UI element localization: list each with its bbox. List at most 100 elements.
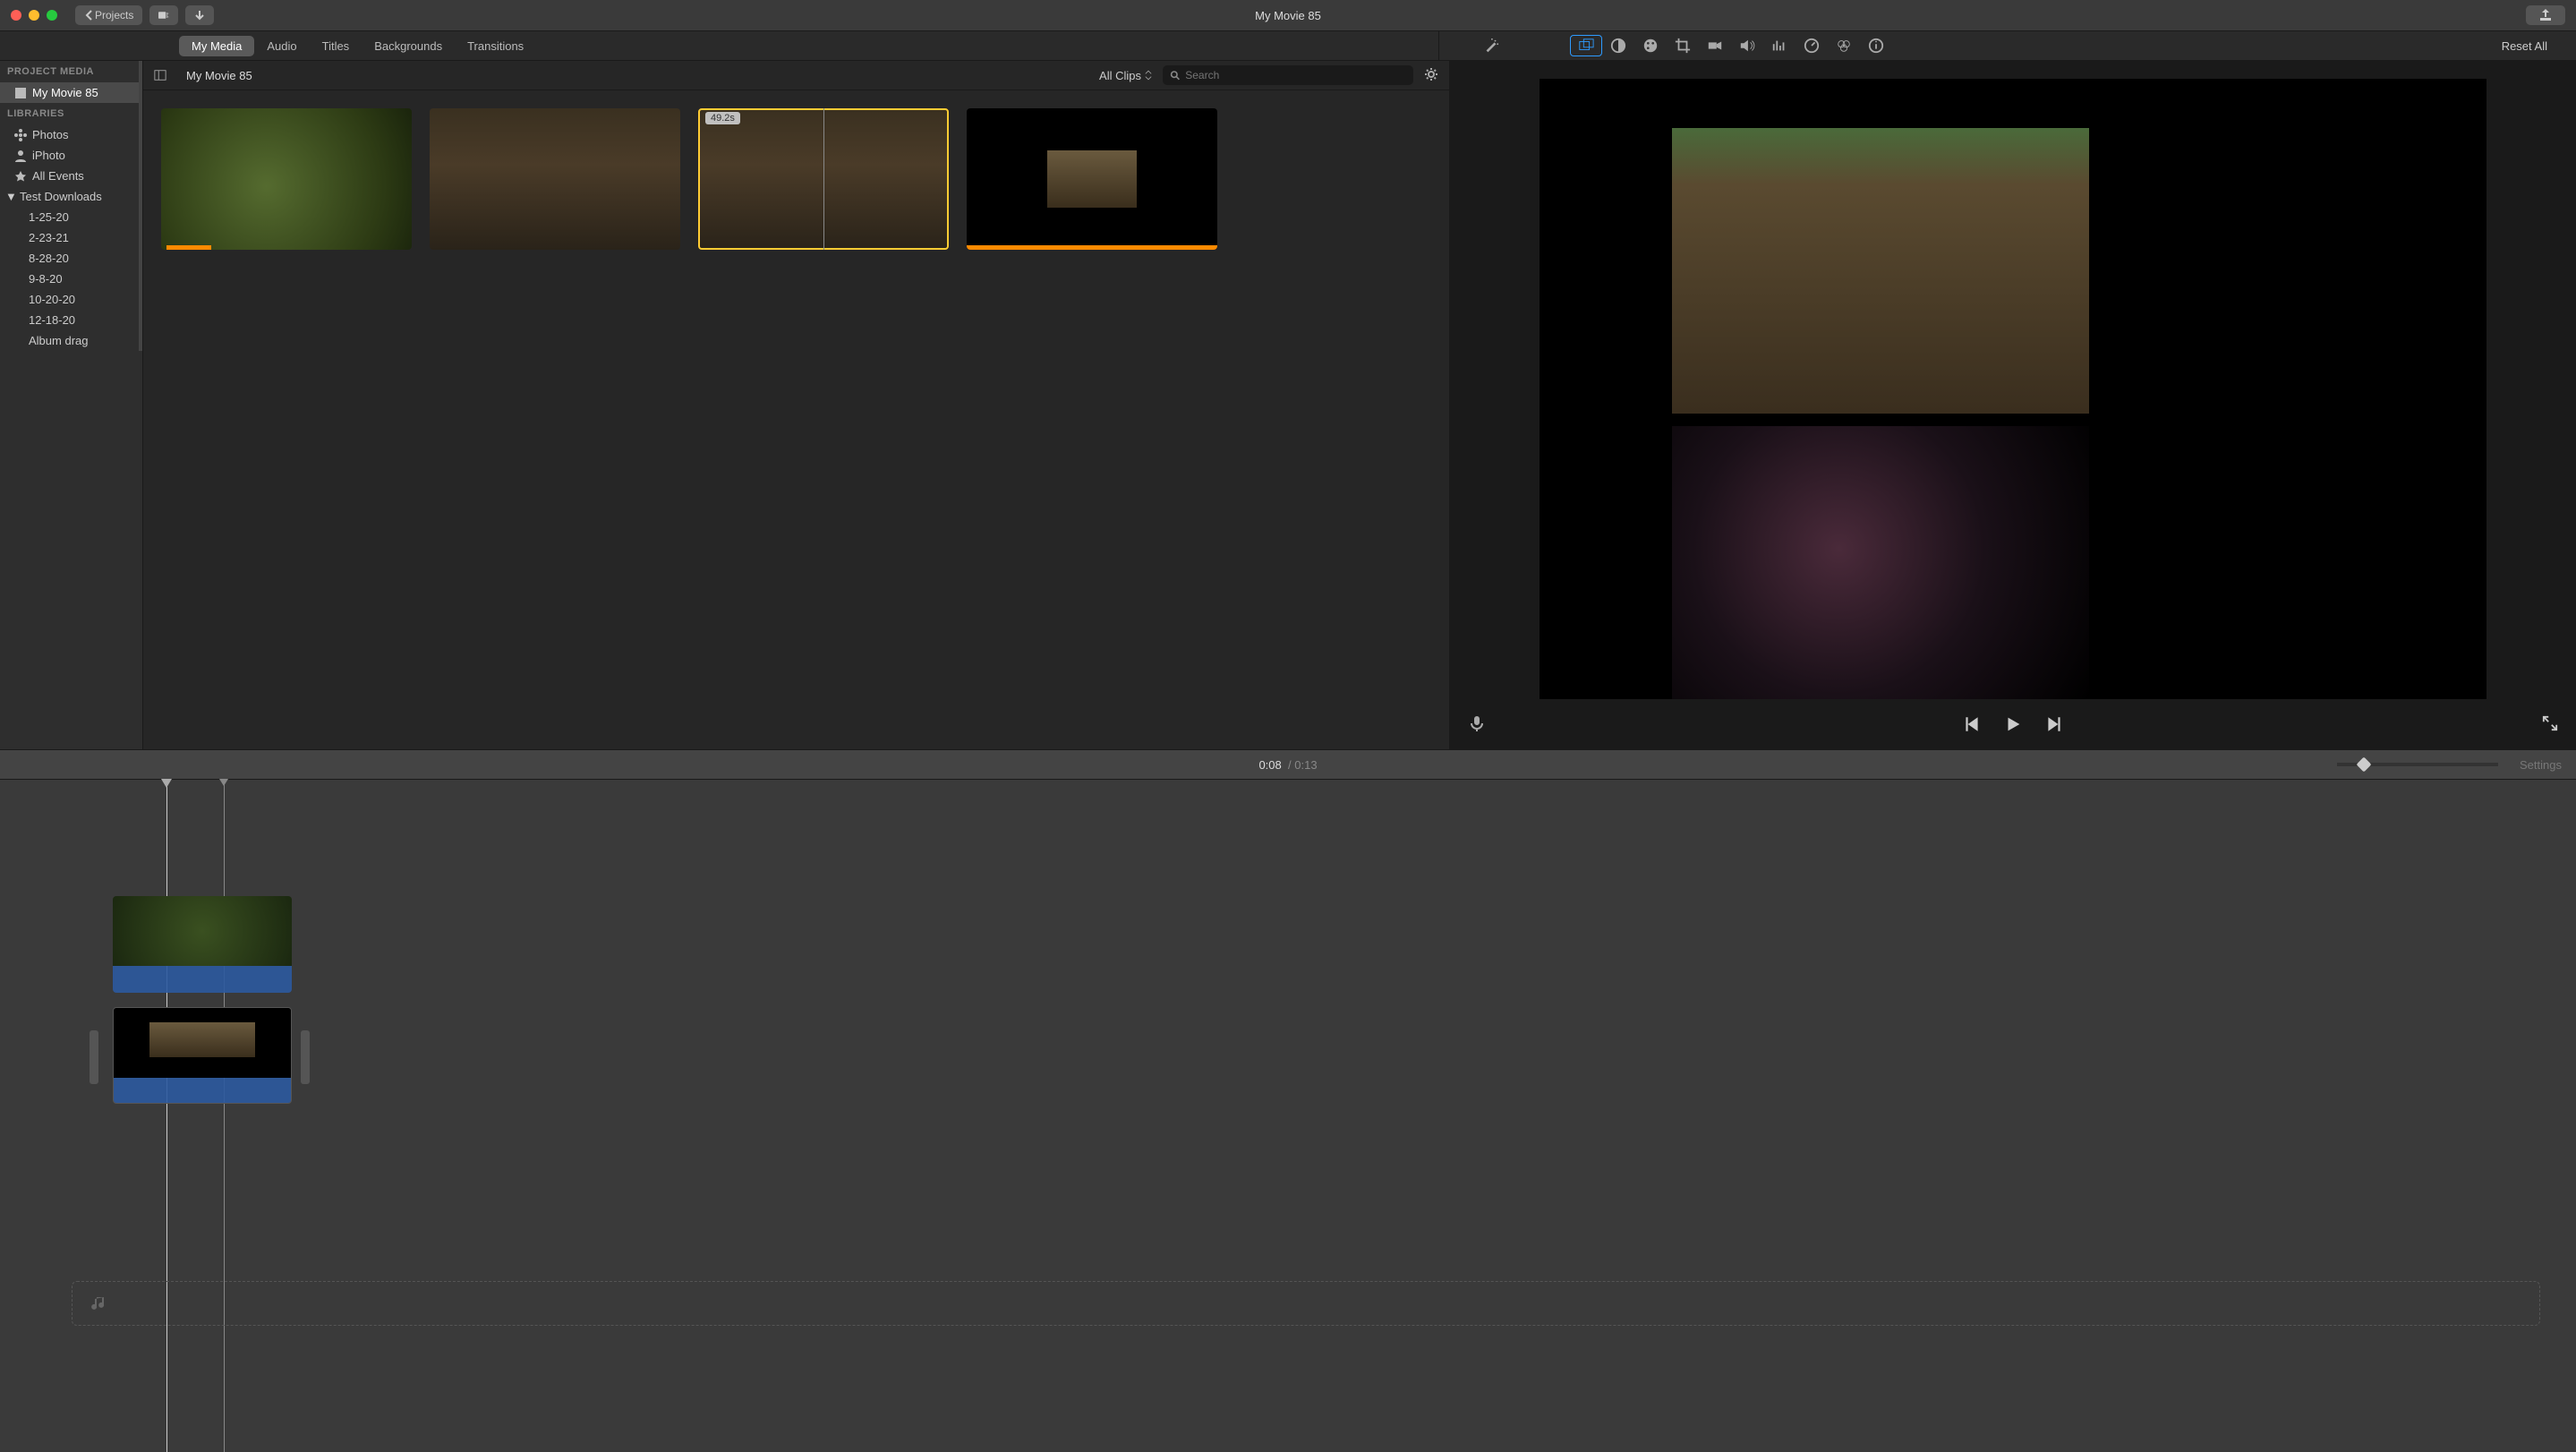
clip-thumbnail-selected[interactable]: 49.2s — [698, 108, 949, 250]
clip-duration-badge: 49.2s — [705, 112, 740, 124]
clip-inset-preview — [1047, 150, 1138, 207]
viewer-panel — [1450, 61, 2576, 749]
import-button[interactable] — [185, 5, 214, 25]
clip-filter-button[interactable] — [1828, 35, 1860, 56]
reset-all-button[interactable]: Reset All — [2502, 39, 2547, 53]
browser-settings-button[interactable] — [1424, 67, 1438, 84]
sidebar-label: iPhoto — [32, 149, 65, 162]
crop-button[interactable] — [1667, 35, 1699, 56]
clip-thumbnail[interactable] — [161, 108, 412, 250]
sidebar-event-item[interactable]: 10-20-20 — [0, 289, 139, 310]
flower-icon — [14, 129, 27, 141]
sidebar-header-libraries: LIBRARIES — [0, 103, 139, 124]
minimize-window-button[interactable] — [29, 10, 39, 21]
overlay-icon — [1578, 38, 1594, 54]
sidebar: PROJECT MEDIA My Movie 85 LIBRARIES Phot… — [0, 61, 143, 749]
sidebar-event-item[interactable]: 9-8-20 — [0, 269, 139, 289]
color-balance-icon — [1610, 38, 1626, 54]
zoom-slider-thumb[interactable] — [2357, 757, 2372, 773]
sidebar-label: Test Downloads — [20, 190, 102, 203]
speedometer-icon — [1804, 38, 1820, 54]
tab-audio[interactable]: Audio — [254, 36, 309, 56]
viewer-toolbar: Reset All — [1439, 35, 2565, 56]
video-camera-icon — [1707, 38, 1723, 54]
clip-trim-handle-right[interactable] — [301, 1030, 310, 1084]
stabilization-button[interactable] — [1699, 35, 1731, 56]
tab-backgrounds[interactable]: Backgrounds — [362, 36, 455, 56]
voiceover-record-button[interactable] — [1468, 714, 1486, 735]
sidebar-event-item[interactable]: 12-18-20 — [0, 310, 139, 330]
gear-icon — [1424, 67, 1438, 81]
crop-icon — [1675, 38, 1691, 54]
clips-filter-dropdown[interactable]: All Clips — [1099, 69, 1152, 82]
window-traffic-lights — [11, 10, 57, 21]
sidebar-label: All Events — [32, 169, 84, 183]
timeline-info-bar: 0:08 / 0:13 Settings — [0, 749, 2576, 780]
updown-chevron-icon — [1145, 70, 1152, 81]
noise-eq-button[interactable] — [1763, 35, 1796, 56]
sidebar-item-photos[interactable]: Photos — [0, 124, 139, 145]
sidebar-toggle-icon[interactable] — [154, 69, 166, 81]
viewer-canvas[interactable] — [1540, 79, 2486, 699]
browser-title: My Movie 85 — [186, 69, 252, 82]
background-music-well[interactable] — [72, 1281, 2540, 1326]
color-correction-button[interactable] — [1634, 35, 1667, 56]
tab-my-media[interactable]: My Media — [179, 36, 254, 56]
usage-marker — [967, 245, 1217, 250]
timeline-settings-button[interactable]: Settings — [2520, 758, 2562, 772]
close-window-button[interactable] — [11, 10, 21, 21]
timeline[interactable] — [0, 780, 2576, 1452]
sidebar-item-test-downloads[interactable]: ▼ Test Downloads — [0, 186, 139, 207]
clips-grid: 49.2s — [143, 90, 1449, 268]
tab-titles[interactable]: Titles — [310, 36, 363, 56]
previous-button[interactable] — [1962, 714, 1982, 734]
clip-trim-handle-left[interactable] — [90, 1030, 98, 1084]
timeline-connected-clip[interactable] — [113, 896, 292, 993]
fullscreen-button[interactable] — [2542, 715, 2558, 734]
clip-thumbnail[interactable] — [967, 108, 1217, 250]
search-input[interactable] — [1185, 69, 1406, 81]
next-button[interactable] — [2044, 714, 2064, 734]
equalizer-icon — [1771, 38, 1787, 54]
timeline-playhead[interactable] — [166, 780, 167, 1452]
palette-icon — [1642, 38, 1659, 54]
clip-skimmer-line — [823, 108, 824, 250]
pip-bottom-clip — [1672, 426, 2089, 699]
video-overlay-button[interactable] — [1570, 35, 1602, 56]
sidebar-event-item[interactable]: 8-28-20 — [0, 248, 139, 269]
projects-back-button[interactable]: Projects — [75, 5, 142, 25]
clip-video-thumb — [113, 896, 292, 966]
play-button[interactable] — [2003, 714, 2023, 734]
media-tabs-row: My Media Audio Titles Backgrounds Transi… — [0, 31, 2576, 61]
fullscreen-window-button[interactable] — [47, 10, 57, 21]
search-field[interactable] — [1163, 65, 1413, 85]
three-circles-icon — [1836, 38, 1852, 54]
playhead-time: 0:08 / 0:13 — [1258, 758, 1317, 772]
tab-transitions[interactable]: Transitions — [455, 36, 536, 56]
info-icon — [1868, 38, 1884, 54]
volume-button[interactable] — [1731, 35, 1763, 56]
pip-top-clip — [1672, 128, 2089, 414]
title-bar: Projects My Movie 85 — [0, 0, 2576, 31]
clip-thumbnail[interactable] — [430, 108, 680, 250]
sidebar-project-item[interactable]: My Movie 85 — [0, 82, 139, 103]
sidebar-item-iphoto[interactable]: iPhoto — [0, 145, 139, 166]
timeline-primary-clip[interactable] — [113, 1007, 292, 1104]
window-title: My Movie 85 — [1255, 9, 1321, 22]
magic-wand-icon — [1483, 38, 1499, 54]
sidebar-event-item[interactable]: Album drag — [0, 330, 139, 351]
expand-icon — [2542, 715, 2558, 731]
enhance-wand-button[interactable] — [1475, 35, 1507, 56]
clapperboard-icon — [14, 87, 27, 99]
sidebar-event-item[interactable]: 2-23-21 — [0, 227, 139, 248]
library-view-button[interactable] — [149, 5, 178, 25]
clip-info-button[interactable] — [1860, 35, 1892, 56]
timeline-zoom-slider[interactable] — [2337, 763, 2498, 766]
color-balance-button[interactable] — [1602, 35, 1634, 56]
sidebar-item-all-events[interactable]: All Events — [0, 166, 139, 186]
download-arrow-icon — [194, 10, 205, 21]
sidebar-event-item[interactable]: 1-25-20 — [0, 207, 139, 227]
speed-button[interactable] — [1796, 35, 1828, 56]
disclosure-triangle-icon[interactable]: ▼ — [5, 190, 14, 203]
share-button[interactable] — [2526, 5, 2565, 25]
